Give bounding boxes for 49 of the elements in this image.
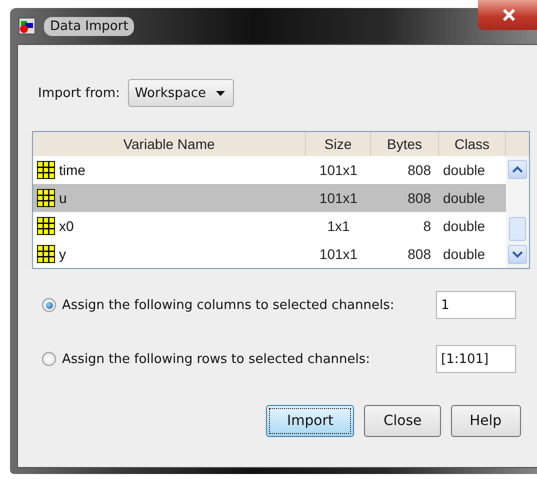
radio-button[interactable] — [42, 298, 56, 312]
scroll-up-icon — [512, 166, 523, 173]
scroll-down-icon — [512, 251, 523, 258]
column-header[interactable]: Size — [306, 132, 371, 156]
import-from-label: Import from: — [38, 86, 120, 100]
scroll-thumb[interactable] — [509, 217, 526, 241]
close-button[interactable] — [478, 0, 537, 30]
dialog-button[interactable]: Help — [450, 405, 521, 437]
option-label: Assign the following columns to selected channels: — [62, 298, 396, 312]
caret-icon — [216, 90, 225, 96]
table-cell-text: 101x1 — [318, 245, 359, 264]
table-cell-text: double — [442, 189, 486, 208]
table-cell-text: 808 — [406, 161, 432, 180]
window-title: Data Import — [44, 16, 134, 36]
matrix-icon — [37, 161, 55, 179]
table-cell-text: double — [442, 245, 486, 264]
header-filler — [506, 132, 529, 156]
radio-button[interactable] — [42, 352, 56, 366]
variable-name: time — [59, 162, 86, 178]
table-cell-text: 8 — [422, 217, 432, 236]
column-header[interactable]: Class — [439, 132, 506, 156]
matrix-icon — [37, 189, 55, 207]
dialog-button[interactable]: Import — [266, 405, 354, 437]
variable-name: y — [59, 246, 66, 262]
column-header[interactable]: Bytes — [371, 132, 439, 156]
variable-name: x0 — [59, 218, 74, 234]
table-cell-text: double — [442, 217, 486, 236]
table-row[interactable]: u 101x1 808 double — [33, 184, 506, 212]
table-cell-text: double — [442, 161, 486, 180]
table-row[interactable]: y 101x1 808 double — [33, 240, 506, 268]
input-field[interactable]: 1 — [436, 291, 516, 319]
scrollbar[interactable] — [506, 156, 529, 268]
close-icon — [502, 9, 516, 21]
matrix-icon — [37, 245, 55, 263]
option-label: Assign the following rows to selected channels: — [62, 352, 372, 366]
app-icon — [18, 17, 36, 35]
table-cell-text: 808 — [406, 189, 432, 208]
table-cell-text: 101x1 — [318, 161, 359, 180]
input-field[interactable]: [1:101] — [436, 345, 516, 373]
table-row[interactable]: time 101x1 808 double — [33, 156, 506, 184]
table-row[interactable]: x0 1x1 8 double — [33, 212, 506, 240]
table-cell-text: 1x1 — [326, 217, 351, 236]
variable-name: u — [59, 190, 67, 206]
source-dropdown[interactable]: Workspace — [128, 79, 234, 107]
dialog-button[interactable]: Close — [364, 405, 441, 437]
table-cell-text: 808 — [406, 245, 432, 264]
matrix-icon — [37, 217, 55, 235]
table-cell-text: 101x1 — [318, 189, 359, 208]
column-header[interactable]: Variable Name — [33, 132, 306, 156]
